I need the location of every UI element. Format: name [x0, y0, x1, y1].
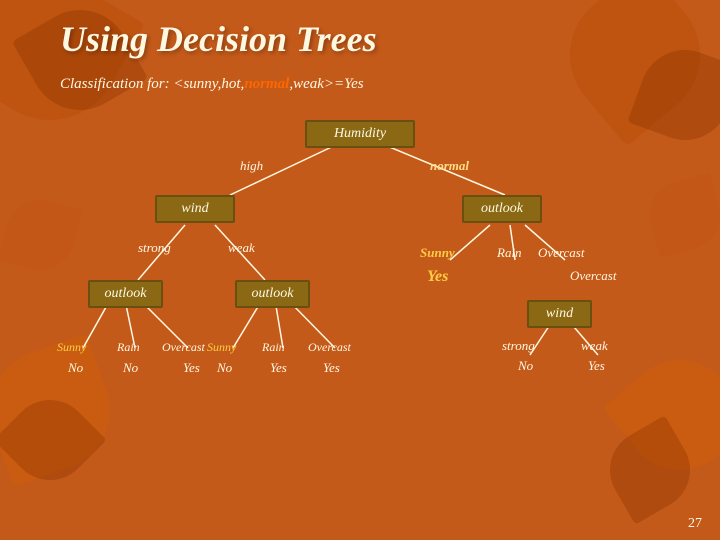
leaf-lr-yes-overcast-label: Yes — [323, 360, 340, 375]
edge-sunny-right: Sunny — [420, 245, 455, 261]
leaf-ll-yes-overcast: Yes — [183, 360, 200, 376]
classification-content: <sunny,hot, — [173, 76, 244, 92]
tree-lines — [0, 0, 720, 430]
edge-overcast-right: Overcast — [538, 245, 584, 261]
edge-lr-rain: Rain — [262, 340, 285, 355]
leaf-lr-yes-rain: Yes — [270, 360, 287, 376]
edge-ll-overcast-label: Overcast — [162, 340, 205, 354]
node-humidity: Humidity — [305, 120, 415, 148]
node-outlook-lr: outlook — [235, 280, 310, 308]
classification-highlight: normal — [244, 76, 289, 92]
edge-ll-rain-label: Rain — [117, 340, 140, 354]
leaf-lr-yes-overcast: Yes — [323, 360, 340, 376]
leaf-lr-yes-rain-label: Yes — [270, 360, 287, 375]
node-outlook-lr-label: outlook — [252, 286, 294, 301]
leaf-overcast-label: Overcast — [570, 268, 616, 283]
node-humidity-label: Humidity — [334, 126, 386, 141]
node-wind-right: wind — [527, 300, 592, 328]
edge-lr-overcast: Overcast — [308, 340, 351, 355]
leaf-yes-sunny-label: Yes — [427, 268, 448, 285]
node-outlook-ll: outlook — [88, 280, 163, 308]
node-wind-left: wind — [155, 195, 235, 223]
edge-normal-label: normal — [430, 158, 469, 173]
edge-strong-label: strong — [138, 240, 171, 255]
edge-weak-right-label: weak — [581, 338, 608, 353]
edge-sunny-right-label: Sunny — [420, 245, 455, 260]
leaf-no-strong: No — [518, 358, 533, 374]
edge-strong-right-label: strong — [502, 338, 535, 353]
edge-lr-overcast-label: Overcast — [308, 340, 351, 354]
leaf-ll-yes-overcast-label: Yes — [183, 360, 200, 375]
node-outlook-right: outlook — [462, 195, 542, 223]
edge-high: high — [240, 158, 263, 174]
leaf-yes-weak-label: Yes — [588, 358, 605, 373]
leaf-lr-no-sunny: No — [217, 360, 232, 376]
leaf-yes-weak: Yes — [588, 358, 605, 374]
edge-weak-left: weak — [228, 240, 255, 256]
classification-prefix: Classification for: — [60, 76, 173, 92]
edge-lr-sunny: Sunny — [207, 340, 236, 355]
page-title: Using Decision Trees — [60, 18, 377, 60]
edge-normal: normal — [430, 158, 469, 174]
edge-weak-right: weak — [581, 338, 608, 354]
edge-strong-left: strong — [138, 240, 171, 256]
leaf-ll-no-rain-label: No — [123, 360, 138, 375]
edge-weak-label: weak — [228, 240, 255, 255]
edge-ll-sunny: Sunny — [57, 340, 86, 355]
edge-lr-rain-label: Rain — [262, 340, 285, 354]
edge-rain-right: Rain — [497, 245, 522, 261]
leaf-yes-sunny: Yes — [427, 268, 448, 286]
leaf-no-strong-label: No — [518, 358, 533, 373]
leaf-ll-no-sunny-label: No — [68, 360, 83, 375]
edge-lr-sunny-label: Sunny — [207, 340, 236, 354]
edge-high-label: high — [240, 158, 263, 173]
edge-rain-right-label: Rain — [497, 245, 522, 260]
edge-ll-sunny-label: Sunny — [57, 340, 86, 354]
node-outlook-ll-label: outlook — [105, 286, 147, 301]
edge-ll-rain: Rain — [117, 340, 140, 355]
node-wind-right-label: wind — [546, 306, 573, 321]
node-outlook-right-label: outlook — [481, 201, 523, 216]
edge-strong-right: strong — [502, 338, 535, 354]
leaf-lr-no-sunny-label: No — [217, 360, 232, 375]
node-wind-left-label: wind — [181, 201, 208, 216]
edge-overcast-right-label: Overcast — [538, 245, 584, 260]
edge-ll-overcast: Overcast — [162, 340, 205, 355]
classification-suffix: ,weak>=Yes — [289, 76, 363, 92]
leaf-yes-overcast: Overcast — [570, 268, 616, 284]
leaf-ll-no-sunny: No — [68, 360, 83, 376]
page-number: 27 — [688, 516, 702, 532]
classification-text: Classification for: <sunny,hot,normal,we… — [60, 76, 364, 93]
leaf-ll-no-rain: No — [123, 360, 138, 376]
